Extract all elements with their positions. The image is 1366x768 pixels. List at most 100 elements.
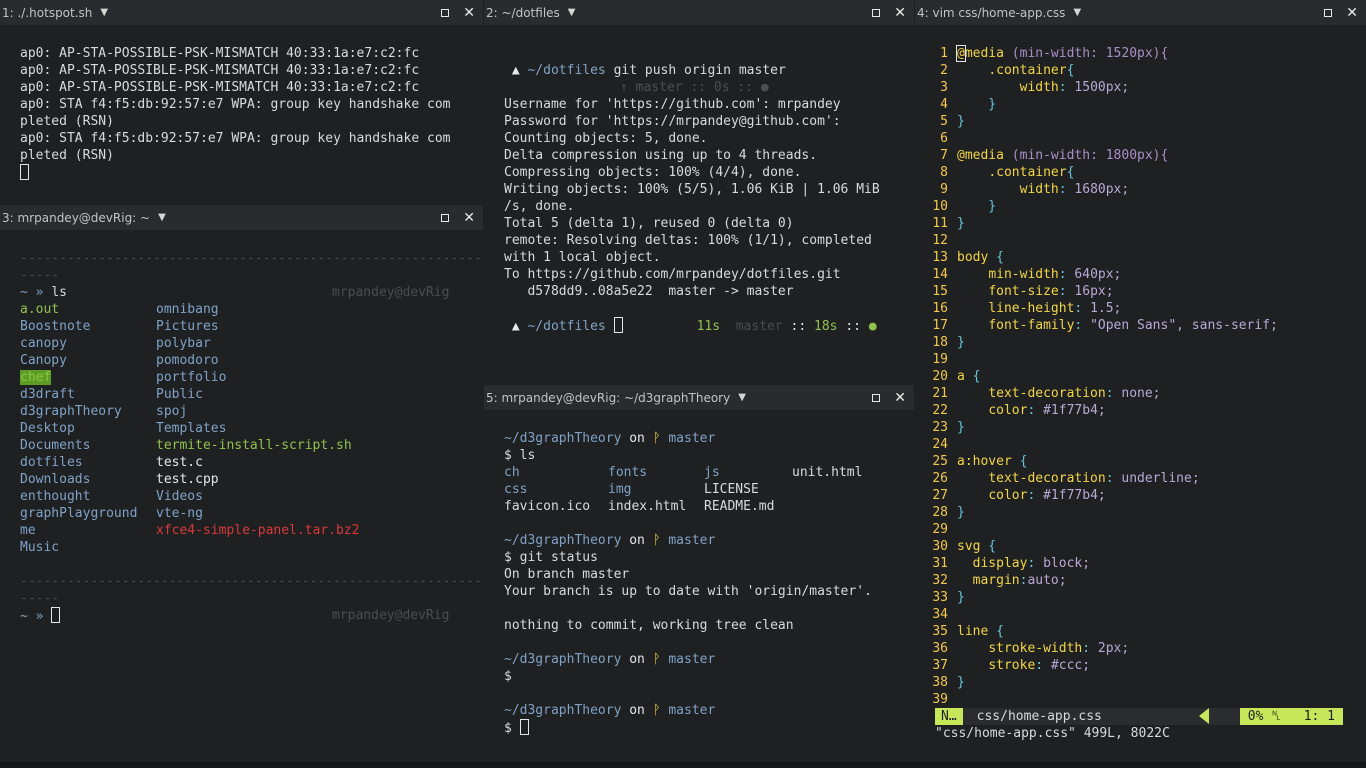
code-text: margin:auto; <box>972 573 1067 588</box>
list-item[interactable]: index.html <box>608 498 704 515</box>
code-line: 16 line-height: 1.5; <box>915 300 1366 317</box>
list-item[interactable]: Videos <box>156 488 396 505</box>
pane-dotfiles[interactable]: 2: ~/dotfiles ▼ ✕ ▲ ~/dotfiles git push … <box>484 0 914 383</box>
list-item[interactable]: xfce4-simple-panel.tar.bz2 <box>156 522 396 539</box>
chevron-down-icon[interactable]: ▼ <box>568 7 576 18</box>
chevron-down-icon[interactable]: ▼ <box>738 392 746 403</box>
list-item[interactable]: vte-ng <box>156 505 396 522</box>
pane-d3graphtheory[interactable]: 5: mrpandey@devRig: ~/d3graphTheory ▼ ✕ … <box>484 385 914 768</box>
code-text: color: #1f77b4; <box>988 403 1106 418</box>
prompt-branch: master <box>668 652 716 667</box>
list-item[interactable]: js <box>704 464 792 481</box>
maximize-icon[interactable] <box>872 8 881 17</box>
line-number: 7 <box>940 148 948 163</box>
terminal-output[interactable]: ▲ ~/dotfiles git push origin master ↑ ma… <box>504 62 914 383</box>
list-item[interactable]: test.c <box>156 454 396 471</box>
maximize-icon[interactable] <box>441 8 450 17</box>
pane-titlebar[interactable]: 1: ./.hotspot.sh ▼ ✕ <box>0 0 483 25</box>
list-item[interactable]: omnibang <box>156 301 396 318</box>
pane-hotspot[interactable]: 1: ./.hotspot.sh ▼ ✕ ap0: AP-STA-POSSIBL… <box>0 0 483 204</box>
line-number: 14 <box>932 267 948 282</box>
list-item[interactable]: Boostnote <box>20 318 156 335</box>
list-item[interactable]: README.md <box>704 498 792 515</box>
prompt-line: ▲ ~/dotfiles 11s master :: 18s :: ● <box>504 317 914 334</box>
code-line: 32 margin:auto; <box>915 572 1366 589</box>
pane-title: 3: mrpandey@devRig: ~ <box>2 210 151 225</box>
maximize-icon[interactable] <box>441 213 450 222</box>
chevron-down-icon[interactable]: ▼ <box>100 7 108 18</box>
prompt-dollar: $ <box>504 721 512 736</box>
close-icon[interactable]: ✕ <box>463 6 475 20</box>
list-item[interactable]: portfolio <box>156 369 396 386</box>
list-item[interactable]: Music <box>20 539 156 556</box>
list-item[interactable]: fonts <box>608 464 704 481</box>
list-item[interactable]: Canopy <box>20 352 156 369</box>
vim-editor[interactable]: 1 @media (min-width: 1520px){2 .container… <box>915 45 1366 708</box>
pane-titlebar[interactable]: 2: ~/dotfiles ▼ ✕ <box>484 0 914 25</box>
close-icon[interactable]: ✕ <box>463 211 475 225</box>
list-item[interactable]: img <box>608 481 704 498</box>
list-item[interactable] <box>792 498 892 515</box>
list-item[interactable]: css <box>504 481 608 498</box>
list-item[interactable]: Desktop <box>20 420 156 437</box>
status-dot-icon: ● <box>868 319 877 334</box>
list-item[interactable]: spoj <box>156 403 396 420</box>
prompt-sep: :: <box>790 319 807 334</box>
pane-titlebar[interactable]: 5: mrpandey@devRig: ~/d3graphTheory ▼ ✕ <box>484 385 914 410</box>
vim-filename: css/home-app.css <box>976 709 1102 724</box>
code-line: 21 text-decoration: none; <box>915 385 1366 402</box>
list-item[interactable]: enthought <box>20 488 156 505</box>
terminal-output[interactable]: ~/d3graphTheory on ᚹ master $ ls ch fonts js… <box>504 430 914 768</box>
code-line: 36 stroke-width: 2px; <box>915 640 1366 657</box>
list-item[interactable]: unit.html <box>792 464 892 481</box>
list-item[interactable]: dotfiles <box>20 454 156 471</box>
line-number: 27 <box>932 488 948 503</box>
list-item[interactable]: Templates <box>156 420 396 437</box>
list-item[interactable]: Public <box>156 386 396 403</box>
list-item[interactable]: Downloads <box>20 471 156 488</box>
pane-titlebar[interactable]: 4: vim css/home-app.css ▼ ✕ <box>915 0 1366 25</box>
command: ls <box>519 448 536 463</box>
list-item[interactable]: graphPlayground <box>20 505 156 522</box>
maximize-icon[interactable] <box>872 393 881 402</box>
list-item[interactable]: chef <box>20 369 156 386</box>
list-item[interactable]: a.out <box>20 301 156 318</box>
code-line: 34 <box>915 606 1366 623</box>
prompt-time: 11s <box>696 319 721 334</box>
list-item[interactable] <box>792 481 892 498</box>
terminal-output[interactable]: ----------------------------------------… <box>20 250 483 768</box>
code-line: 37 stroke: #ccc; <box>915 657 1366 674</box>
git-branch-icon: ᚹ <box>652 431 661 446</box>
list-item[interactable]: d3graphTheory <box>20 403 156 420</box>
terminal-output[interactable]: ap0: AP-STA-POSSIBLE-PSK-MISMATCH 40:33:… <box>20 45 483 204</box>
list-item[interactable]: pomodoro <box>156 352 396 369</box>
list-item[interactable]: me <box>20 522 156 539</box>
vim-position: 0% ␤ 1: 1 <box>1239 708 1343 725</box>
line-number: 5 <box>940 114 948 129</box>
maximize-icon[interactable] <box>1324 8 1333 17</box>
cursor <box>613 317 623 333</box>
list-item[interactable]: favicon.ico <box>504 498 608 515</box>
list-item[interactable]: canopy <box>20 335 156 352</box>
list-item[interactable]: ch <box>504 464 608 481</box>
list-item[interactable]: Pictures <box>156 318 396 335</box>
pane-titlebar[interactable]: 3: mrpandey@devRig: ~ ▼ ✕ <box>0 205 483 230</box>
list-item[interactable]: test.cpp <box>156 471 396 488</box>
chevron-down-icon[interactable]: ▼ <box>158 212 166 223</box>
chevron-down-icon[interactable]: ▼ <box>1073 7 1081 18</box>
prompt-line: ~ » mrpandey@devRig <box>20 607 483 624</box>
list-item[interactable]: Documents <box>20 437 156 454</box>
ls-row: ch fonts js unit.html <box>504 464 914 481</box>
list-item[interactable]: LICENSE <box>704 481 792 498</box>
pane-home[interactable]: 3: mrpandey@devRig: ~ ▼ ✕ --------------… <box>0 205 483 768</box>
command: git push origin master <box>613 63 786 78</box>
list-item[interactable]: polybar <box>156 335 396 352</box>
close-icon[interactable]: ✕ <box>894 6 906 20</box>
code-line: 24 <box>915 436 1366 453</box>
pane-vim[interactable]: 4: vim css/home-app.css ▼ ✕ 1 @media (min… <box>915 0 1366 768</box>
close-icon[interactable]: ✕ <box>894 391 906 405</box>
close-icon[interactable]: ✕ <box>1346 6 1358 20</box>
code-line: 22 color: #1f77b4; <box>915 402 1366 419</box>
list-item[interactable]: termite-install-script.sh <box>156 437 396 454</box>
list-item[interactable]: d3draft <box>20 386 156 403</box>
